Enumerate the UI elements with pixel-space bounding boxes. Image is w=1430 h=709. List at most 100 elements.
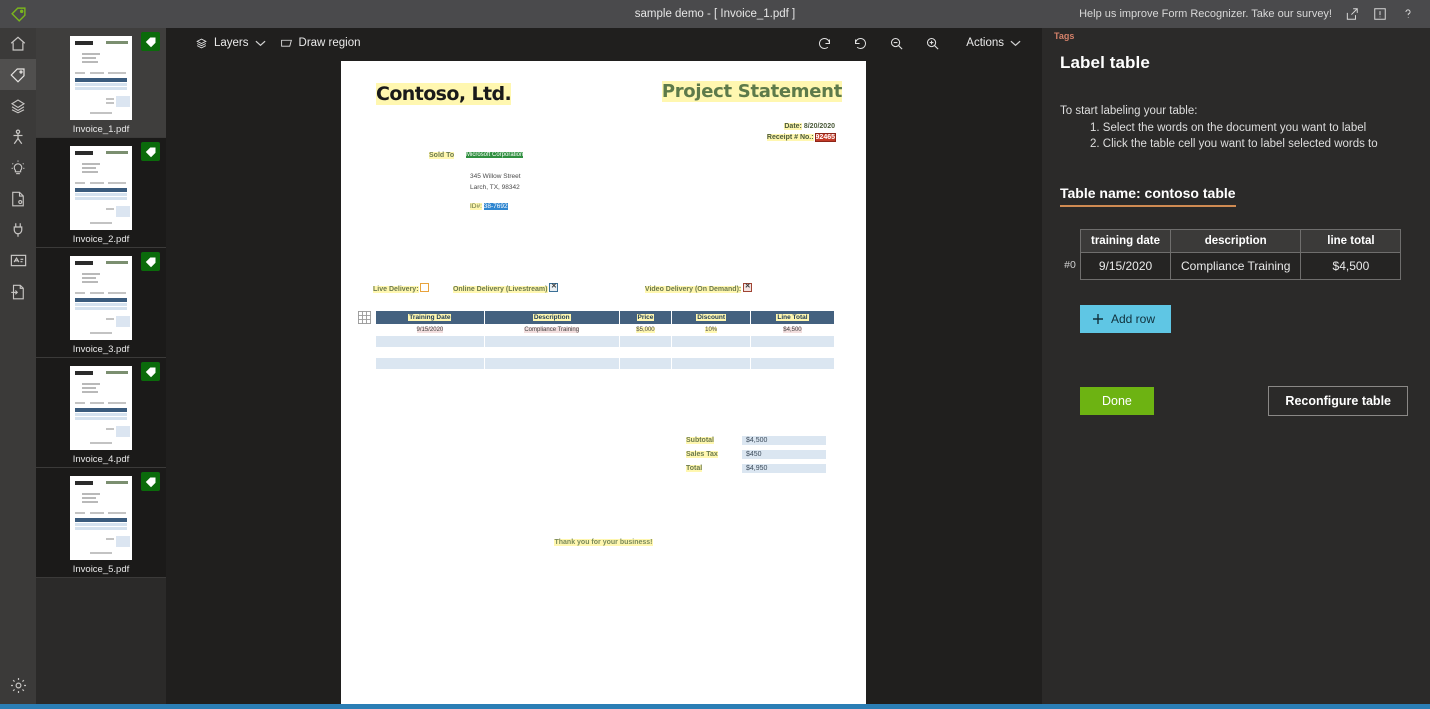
video-delivery-label: Video Delivery (On Demand): (644, 286, 742, 293)
chevron-down-icon (1010, 39, 1021, 47)
doc-cell-description[interactable]: Compliance Training (483, 324, 620, 336)
table-grid-handle-icon[interactable] (358, 311, 372, 325)
sidebar-item-connections[interactable] (0, 121, 36, 152)
label-table[interactable]: #0 training date description line total … (1060, 229, 1412, 281)
thumbnail-preview (70, 146, 132, 230)
doc-total-row: Subtotal $4,500 (686, 436, 836, 445)
doc-totals: Subtotal $4,500 Sales Tax $450 Total $4,… (686, 436, 836, 478)
labeled-check-icon (141, 32, 160, 51)
live-delivery-label: Live Delivery: (373, 286, 419, 293)
draw-region-label: Draw region (298, 37, 361, 49)
doc-statement-title: Project Statement (661, 81, 842, 102)
doc-address-line-2: Larch, TX, 98342 (470, 184, 520, 191)
doc-th-price: Price (618, 310, 673, 325)
video-delivery-checkbox[interactable] (743, 282, 753, 292)
sidebar-item-export[interactable] (0, 276, 36, 307)
doc-cell-price[interactable]: $5,000 (618, 324, 673, 336)
rotate-counterclockwise-icon[interactable] (815, 34, 833, 52)
layers-label: Layers (214, 37, 249, 49)
label-th-line-total[interactable]: line total (1300, 229, 1402, 254)
doc-th-training-date: Training Date (375, 310, 485, 325)
share-icon[interactable] (1344, 6, 1360, 22)
panel-actions: Done Reconfigure table (1080, 386, 1412, 417)
thumbnail-label: Invoice_5.pdf (72, 564, 130, 575)
doc-company-name: Contoso, Ltd. (376, 83, 512, 105)
thumbnail-label: Invoice_3.pdf (72, 344, 130, 355)
doc-th-description: Description (483, 310, 620, 325)
sidebar-item-train[interactable] (0, 152, 36, 183)
reconfigure-table-button[interactable]: Reconfigure table (1268, 386, 1408, 417)
online-delivery-checkbox[interactable] (549, 282, 559, 292)
doc-cell-discount[interactable]: 10% (671, 324, 751, 336)
doc-table-row[interactable]: 9/15/2020 Compliance Training $5,000 10%… (375, 324, 836, 336)
sidebar-item-model-compose[interactable] (0, 214, 36, 245)
chevron-down-icon (255, 39, 266, 47)
live-delivery-checkbox[interactable] (420, 283, 430, 292)
sidebar-item-compose[interactable] (0, 90, 36, 121)
label-cell-line-total[interactable]: $4,500 (1300, 252, 1402, 281)
settings-gear-icon[interactable] (0, 666, 36, 704)
label-table-header-row: training date description line total (1079, 229, 1402, 254)
sidebar-item-home[interactable] (0, 28, 36, 59)
sidebar-item-tag-editor[interactable] (0, 59, 36, 90)
document-canvas[interactable]: Contoso, Ltd. Project Statement Date: 8/… (166, 58, 1042, 704)
doc-table-row[interactable] (375, 357, 836, 370)
add-row-button[interactable]: Add row (1080, 305, 1172, 334)
actions-label: Actions (966, 37, 1004, 49)
doc-cell-line-total[interactable]: $4,500 (749, 324, 836, 336)
doc-sold-to-value: Microsoft Corporation (466, 152, 524, 158)
instructions: To start labeling your table: 1. Select … (1060, 103, 1412, 153)
thumbnail-preview (70, 36, 132, 120)
survey-link[interactable]: Help us improve Form Recognizer. Take ou… (1079, 8, 1332, 20)
document-page[interactable]: Contoso, Ltd. Project Statement Date: 8/… (341, 61, 866, 704)
zoom-out-icon[interactable] (887, 34, 905, 52)
thumbnail-item[interactable]: Invoice_2.pdf (36, 138, 166, 248)
doc-subtotal-value: $4,500 (742, 436, 826, 445)
thumbnail-item[interactable]: Invoice_4.pdf (36, 358, 166, 468)
document-thumbnail-list[interactable]: Invoice_1.pdf Invoice_2.pdf Invoice_3.pd… (36, 28, 166, 704)
thumbnail-preview (70, 476, 132, 560)
labeled-check-icon (141, 472, 160, 491)
doc-total-row: Total $4,950 (686, 464, 836, 473)
labeled-check-icon (141, 362, 160, 381)
doc-date: Date: 8/20/2020 (784, 123, 835, 130)
actions-menu-button[interactable]: Actions (959, 34, 1028, 52)
layers-button[interactable]: Layers (188, 34, 273, 53)
page-title: Label table (1060, 53, 1150, 72)
thumbnail-preview (70, 256, 132, 340)
done-button[interactable]: Done (1080, 387, 1154, 416)
feedback-icon[interactable] (1372, 6, 1388, 22)
doc-total-value: $4,950 (742, 464, 826, 473)
thumbnail-item[interactable]: Invoice_5.pdf (36, 468, 166, 578)
label-cell-description[interactable]: Compliance Training (1170, 252, 1302, 281)
draw-region-button[interactable]: Draw region (273, 34, 368, 53)
doc-sold-to-label: Sold To (429, 152, 455, 159)
label-th-description[interactable]: description (1170, 229, 1302, 254)
rotate-clockwise-icon[interactable] (851, 34, 869, 52)
thumbnail-item[interactable]: Invoice_3.pdf (36, 248, 166, 358)
thumbnail-label: Invoice_2.pdf (72, 234, 130, 245)
document-editor: Layers Draw region Actions Contoso, Ltd.… (166, 28, 1042, 704)
doc-line-items-table[interactable]: Training Date Description Price Discount… (375, 310, 836, 370)
online-delivery-label: Online Delivery (Livestream) (452, 286, 548, 293)
doc-table-row[interactable] (375, 335, 836, 348)
label-cell-training-date[interactable]: 9/15/2020 (1079, 252, 1172, 281)
label-th-training-date[interactable]: training date (1079, 229, 1172, 254)
doc-th-discount: Discount (671, 310, 751, 325)
label-table-row-index: #0 (1064, 259, 1076, 272)
doc-cell-training-date[interactable]: 9/15/2020 (375, 324, 485, 336)
help-question-icon[interactable] (1400, 6, 1416, 22)
labeled-check-icon (141, 142, 160, 161)
thumbnail-item[interactable]: Invoice_1.pdf (36, 28, 166, 138)
sidebar-item-prediction[interactable] (0, 245, 36, 276)
form-recognizer-app: sample demo - [ Invoice_1.pdf ] Help us … (0, 0, 1430, 709)
label-table-row[interactable]: 9/15/2020 Compliance Training $4,500 (1079, 252, 1402, 281)
plus-icon (1092, 313, 1104, 325)
doc-address-line-1: 345 Willow Street (470, 173, 521, 180)
instruction-step-1: 1. Select the words on the document you … (1090, 121, 1367, 134)
sidebar-item-analyze[interactable] (0, 183, 36, 214)
doc-salestax-value: $450 (742, 450, 826, 459)
zoom-in-icon[interactable] (923, 34, 941, 52)
doc-delivery-options: Live Delivery: Online Delivery (Livestre… (373, 282, 833, 293)
instruction-step-2: 2. Click the table cell you want to labe… (1090, 138, 1378, 151)
